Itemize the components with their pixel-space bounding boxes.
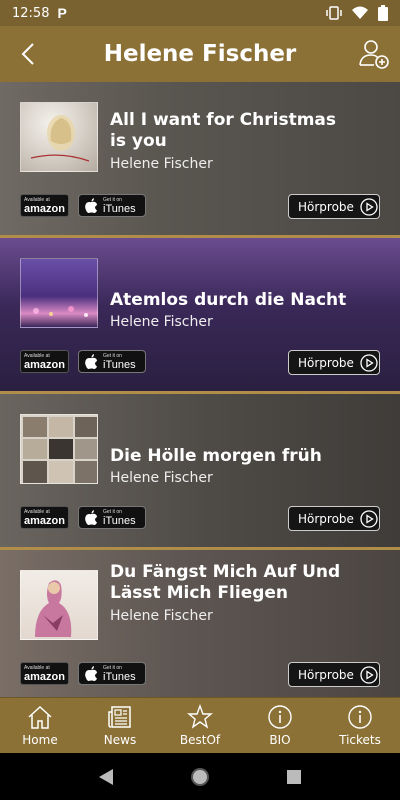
parking-app-icon: P: [57, 5, 67, 21]
album-cover: [20, 102, 98, 172]
page-title: Helene Fischer: [103, 41, 297, 67]
preview-button[interactable]: Hörprobe: [288, 506, 380, 531]
add-user-button[interactable]: [358, 38, 390, 70]
nav-home-label: Home: [22, 733, 58, 747]
nav-news[interactable]: News: [80, 698, 160, 753]
nav-home[interactable]: Home: [0, 698, 80, 753]
apple-icon: [85, 198, 97, 213]
song-artist: Helene Fischer: [110, 314, 213, 330]
recents-square-icon[interactable]: [286, 769, 302, 785]
album-cover: [20, 414, 98, 484]
amazon-button[interactable]: Available at amazon: [20, 506, 69, 529]
apple-icon: [85, 666, 97, 681]
itunes-label: iTunes: [103, 358, 136, 371]
bottom-navigation: Home News BestOf BIO Tickets: [0, 697, 400, 753]
cover-art-image: [30, 115, 90, 162]
wifi-icon: [352, 6, 368, 19]
song-title: Die Hölle morgen früh: [110, 446, 322, 466]
play-icon: [360, 665, 378, 684]
song-title: Du Fängst Mich Auf Und Lässt Mich Fliege…: [110, 562, 341, 603]
song-title: Atemlos durch die Nacht: [110, 290, 347, 310]
song-artist: Helene Fischer: [110, 608, 213, 624]
play-icon: [360, 509, 378, 528]
itunes-button[interactable]: Get it on iTunes: [78, 194, 146, 217]
cover-art-image: [23, 417, 97, 483]
back-button[interactable]: [14, 38, 42, 70]
nav-bestof[interactable]: BestOf: [160, 698, 240, 753]
play-icon: [360, 197, 378, 216]
amazon-label: amazon: [24, 515, 65, 527]
amazon-label: amazon: [24, 671, 65, 683]
itunes-button[interactable]: Get it on iTunes: [78, 662, 146, 685]
add-user-icon: [359, 40, 389, 69]
nav-bio[interactable]: BIO: [240, 698, 320, 753]
song-card[interactable]: Die Hölle morgen früh Helene Fischer Ava…: [0, 394, 400, 547]
album-cover: [20, 258, 98, 328]
album-cover: [20, 570, 98, 640]
star-icon: [187, 704, 213, 729]
amazon-button[interactable]: Available at amazon: [20, 350, 69, 373]
song-card[interactable]: All I want for Christmas is you Helene F…: [0, 82, 400, 235]
app-bar: Helene Fischer: [0, 26, 400, 82]
home-circle-icon[interactable]: [190, 767, 210, 787]
itunes-button[interactable]: Get it on iTunes: [78, 350, 146, 373]
amazon-button[interactable]: Available at amazon: [20, 194, 69, 217]
apple-icon: [85, 510, 97, 525]
preview-button[interactable]: Hörprobe: [288, 662, 380, 687]
itunes-label: iTunes: [103, 202, 136, 215]
song-card[interactable]: Atemlos durch die Nacht Helene Fischer A…: [0, 238, 400, 391]
nav-bio-label: BIO: [269, 733, 291, 747]
cover-art-image: [35, 580, 72, 637]
chevron-left-icon: [21, 43, 34, 65]
play-icon: [360, 353, 378, 372]
preview-button[interactable]: Hörprobe: [288, 350, 380, 375]
preview-label: Hörprobe: [298, 511, 354, 526]
info-icon: [348, 705, 372, 729]
itunes-label: iTunes: [103, 514, 136, 527]
back-triangle-icon[interactable]: [98, 768, 114, 786]
amazon-label: amazon: [24, 359, 65, 371]
song-artist: Helene Fischer: [110, 156, 213, 172]
nav-tickets[interactable]: Tickets: [320, 698, 400, 753]
preview-label: Hörprobe: [298, 199, 354, 214]
preview-button[interactable]: Hörprobe: [288, 194, 380, 219]
itunes-button[interactable]: Get it on iTunes: [78, 506, 146, 529]
nav-bestof-label: BestOf: [179, 733, 221, 747]
battery-icon: [378, 5, 388, 21]
vibrate-icon: [326, 6, 342, 20]
amazon-button[interactable]: Available at amazon: [20, 662, 69, 685]
song-card[interactable]: Du Fängst Mich Auf Und Lässt Mich Fliege…: [0, 550, 400, 697]
nav-news-label: News: [103, 733, 137, 747]
song-list[interactable]: All I want for Christmas is you Helene F…: [0, 82, 400, 697]
song-title: All I want for Christmas is you: [110, 110, 337, 151]
itunes-label: iTunes: [103, 670, 136, 683]
preview-label: Hörprobe: [298, 667, 354, 682]
status-bar: 12:58 P: [0, 0, 400, 26]
system-navigation-bar: [0, 753, 400, 800]
apple-icon: [85, 354, 97, 369]
nav-tickets-label: Tickets: [339, 733, 381, 747]
info-icon: [268, 705, 292, 729]
home-icon: [28, 705, 52, 729]
preview-label: Hörprobe: [298, 355, 354, 370]
song-artist: Helene Fischer: [110, 470, 213, 486]
status-time: 12:58: [12, 5, 50, 21]
newspaper-icon: [108, 706, 131, 728]
amazon-label: amazon: [24, 203, 65, 215]
cover-art-image: [33, 306, 88, 317]
